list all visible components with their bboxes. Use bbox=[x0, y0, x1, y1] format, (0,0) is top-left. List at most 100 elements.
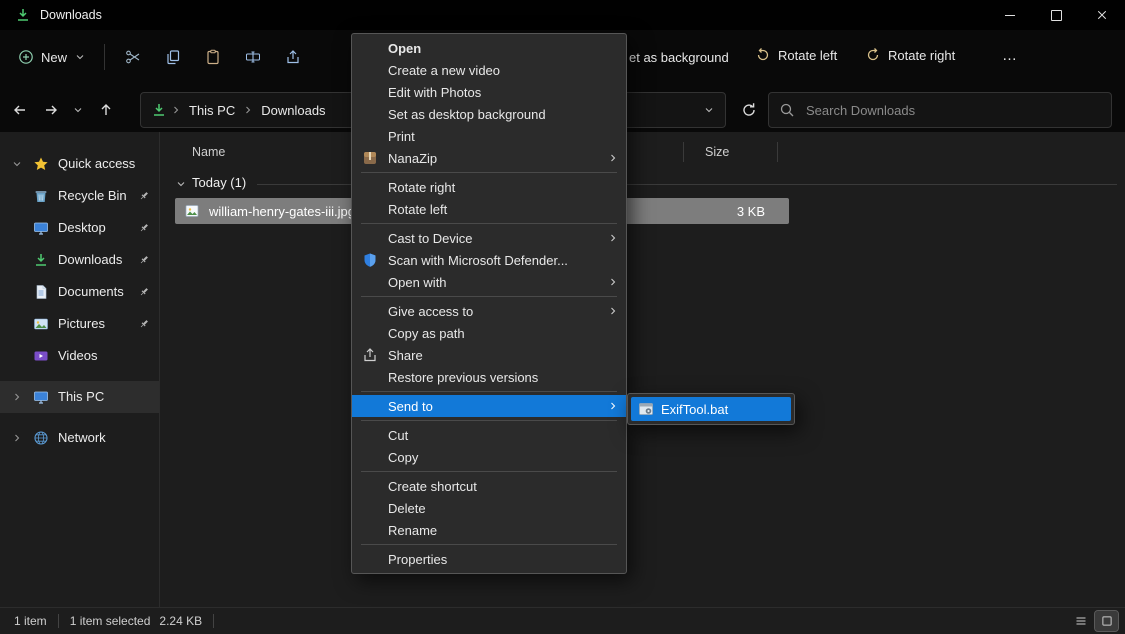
submenu-chevron-icon bbox=[607, 305, 619, 317]
maximize-button[interactable] bbox=[1033, 0, 1079, 30]
forward-button[interactable] bbox=[35, 94, 66, 126]
menu-separator bbox=[361, 391, 617, 392]
context-menu: Open Create a new video Edit with Photos… bbox=[351, 33, 627, 574]
recycle-bin-icon bbox=[33, 188, 49, 204]
file-list-pane: Name Size Today (1) william-henry-gates-… bbox=[161, 132, 1125, 608]
menu-item-create-shortcut[interactable]: Create shortcut bbox=[352, 475, 626, 497]
menu-item-share[interactable]: Share bbox=[352, 344, 626, 366]
menu-item-restore-previous-versions[interactable]: Restore previous versions bbox=[352, 366, 626, 388]
sidebar-gap bbox=[0, 413, 159, 422]
menu-item-set-as-desktop-background[interactable]: Set as desktop background bbox=[352, 103, 626, 125]
address-dropdown-icon[interactable] bbox=[703, 104, 715, 116]
chevron-down-icon bbox=[72, 104, 84, 116]
submenu-item-exiftool-bat[interactable]: ExifTool.bat bbox=[631, 397, 791, 421]
window-title: Downloads bbox=[40, 8, 102, 22]
large-icons-view-icon bbox=[1101, 615, 1113, 627]
paste-button[interactable] bbox=[193, 39, 233, 75]
menu-item-properties[interactable]: Properties bbox=[352, 548, 626, 570]
up-button[interactable] bbox=[90, 94, 121, 126]
sidebar-item-downloads[interactable]: Downloads bbox=[0, 244, 159, 276]
recent-locations-button[interactable] bbox=[66, 94, 90, 126]
chevron-right-icon[interactable] bbox=[11, 432, 23, 444]
see-more-button[interactable]: … bbox=[983, 39, 1037, 72]
menu-item-nanazip[interactable]: NanaZip bbox=[352, 147, 626, 169]
plus-icon bbox=[18, 49, 34, 65]
set-as-background-button[interactable]: et as background bbox=[629, 30, 729, 84]
menu-item-edit-with-photos[interactable]: Edit with Photos bbox=[352, 81, 626, 103]
share-button[interactable] bbox=[273, 39, 313, 75]
refresh-button[interactable] bbox=[733, 92, 765, 128]
menu-item-scan-with-microsoft-defender[interactable]: Scan with Microsoft Defender... bbox=[352, 249, 626, 271]
new-button[interactable]: New bbox=[8, 41, 96, 73]
menu-item-send-to[interactable]: Send to bbox=[352, 395, 626, 417]
sidebar-item-network[interactable]: Network bbox=[0, 422, 159, 454]
menu-item-rotate-right[interactable]: Rotate right bbox=[352, 176, 626, 198]
chevron-down-icon[interactable] bbox=[11, 158, 23, 170]
documents-icon bbox=[33, 284, 49, 300]
column-header-name[interactable]: Name bbox=[192, 145, 225, 159]
paste-icon bbox=[205, 49, 221, 65]
sidebar-item-desktop[interactable]: Desktop bbox=[0, 212, 159, 244]
status-divider bbox=[213, 614, 214, 628]
menu-item-label: Print bbox=[388, 129, 415, 144]
menu-item-rename[interactable]: Rename bbox=[352, 519, 626, 541]
menu-item-delete[interactable]: Delete bbox=[352, 497, 626, 519]
minimize-button[interactable] bbox=[987, 0, 1033, 30]
details-view-button[interactable] bbox=[1069, 611, 1092, 631]
file-explorer-window: Downloads New et as background Ro bbox=[0, 0, 1125, 634]
group-collapse-chevron-icon[interactable] bbox=[175, 178, 187, 190]
sidebar-item-label: Downloads bbox=[58, 252, 122, 267]
menu-item-give-access-to[interactable]: Give access to bbox=[352, 300, 626, 322]
file-name: william-henry-gates-iii.jpg bbox=[209, 204, 355, 219]
menu-item-rotate-left[interactable]: Rotate left bbox=[352, 198, 626, 220]
sidebar-item-quick-access[interactable]: Quick access bbox=[0, 148, 159, 180]
menu-item-cast-to-device[interactable]: Cast to Device bbox=[352, 227, 626, 249]
sidebar-item-documents[interactable]: Documents bbox=[0, 276, 159, 308]
column-divider[interactable] bbox=[777, 142, 778, 162]
menu-item-copy[interactable]: Copy bbox=[352, 446, 626, 468]
sidebar-item-this-pc[interactable]: This PC bbox=[0, 381, 159, 413]
menu-item-label: Edit with Photos bbox=[388, 85, 481, 100]
new-button-label: New bbox=[41, 50, 67, 65]
sidebar-item-pictures[interactable]: Pictures bbox=[0, 308, 159, 340]
back-button[interactable] bbox=[4, 94, 35, 126]
column-divider[interactable] bbox=[683, 142, 684, 162]
rename-button[interactable] bbox=[233, 39, 273, 75]
menu-separator bbox=[361, 172, 617, 173]
rotate-left-label: Rotate left bbox=[778, 48, 837, 63]
cut-button[interactable] bbox=[113, 39, 153, 75]
menu-item-print[interactable]: Print bbox=[352, 125, 626, 147]
menu-item-open-with[interactable]: Open with bbox=[352, 271, 626, 293]
window-controls bbox=[987, 0, 1125, 30]
group-header[interactable]: Today (1) bbox=[192, 175, 246, 190]
menu-item-label: Restore previous versions bbox=[388, 370, 538, 385]
menu-item-label: Cut bbox=[388, 428, 408, 443]
column-header-size[interactable]: Size bbox=[705, 145, 729, 159]
large-icons-view-button[interactable] bbox=[1095, 611, 1118, 631]
menu-item-open[interactable]: Open bbox=[352, 37, 626, 59]
share-icon bbox=[285, 49, 301, 65]
sidebar-item-recycle-bin[interactable]: Recycle Bin bbox=[0, 180, 159, 212]
up-icon bbox=[98, 102, 114, 118]
breadcrumb-downloads[interactable]: Downloads bbox=[257, 101, 329, 120]
menu-item-cut[interactable]: Cut bbox=[352, 424, 626, 446]
sidebar-gap bbox=[0, 372, 159, 381]
chevron-right-icon[interactable] bbox=[11, 391, 23, 403]
status-divider bbox=[58, 614, 59, 628]
menu-item-label: Share bbox=[388, 348, 423, 363]
close-button[interactable] bbox=[1079, 0, 1125, 30]
menu-separator bbox=[361, 420, 617, 421]
rotate-right-button[interactable]: Rotate right bbox=[855, 39, 965, 71]
submenu-chevron-icon bbox=[607, 232, 619, 244]
pin-icon bbox=[138, 190, 150, 202]
sidebar-item-label: This PC bbox=[58, 389, 104, 404]
rotate-left-button[interactable]: Rotate left bbox=[745, 39, 847, 71]
menu-item-create-a-new-video[interactable]: Create a new video bbox=[352, 59, 626, 81]
search-input[interactable] bbox=[804, 102, 1101, 119]
menu-item-label: Rotate left bbox=[388, 202, 447, 217]
sidebar-item-label: Desktop bbox=[58, 220, 106, 235]
menu-item-copy-as-path[interactable]: Copy as path bbox=[352, 322, 626, 344]
sidebar-item-videos[interactable]: Videos bbox=[0, 340, 159, 372]
copy-button[interactable] bbox=[153, 39, 193, 75]
breadcrumb-this-pc[interactable]: This PC bbox=[185, 101, 239, 120]
